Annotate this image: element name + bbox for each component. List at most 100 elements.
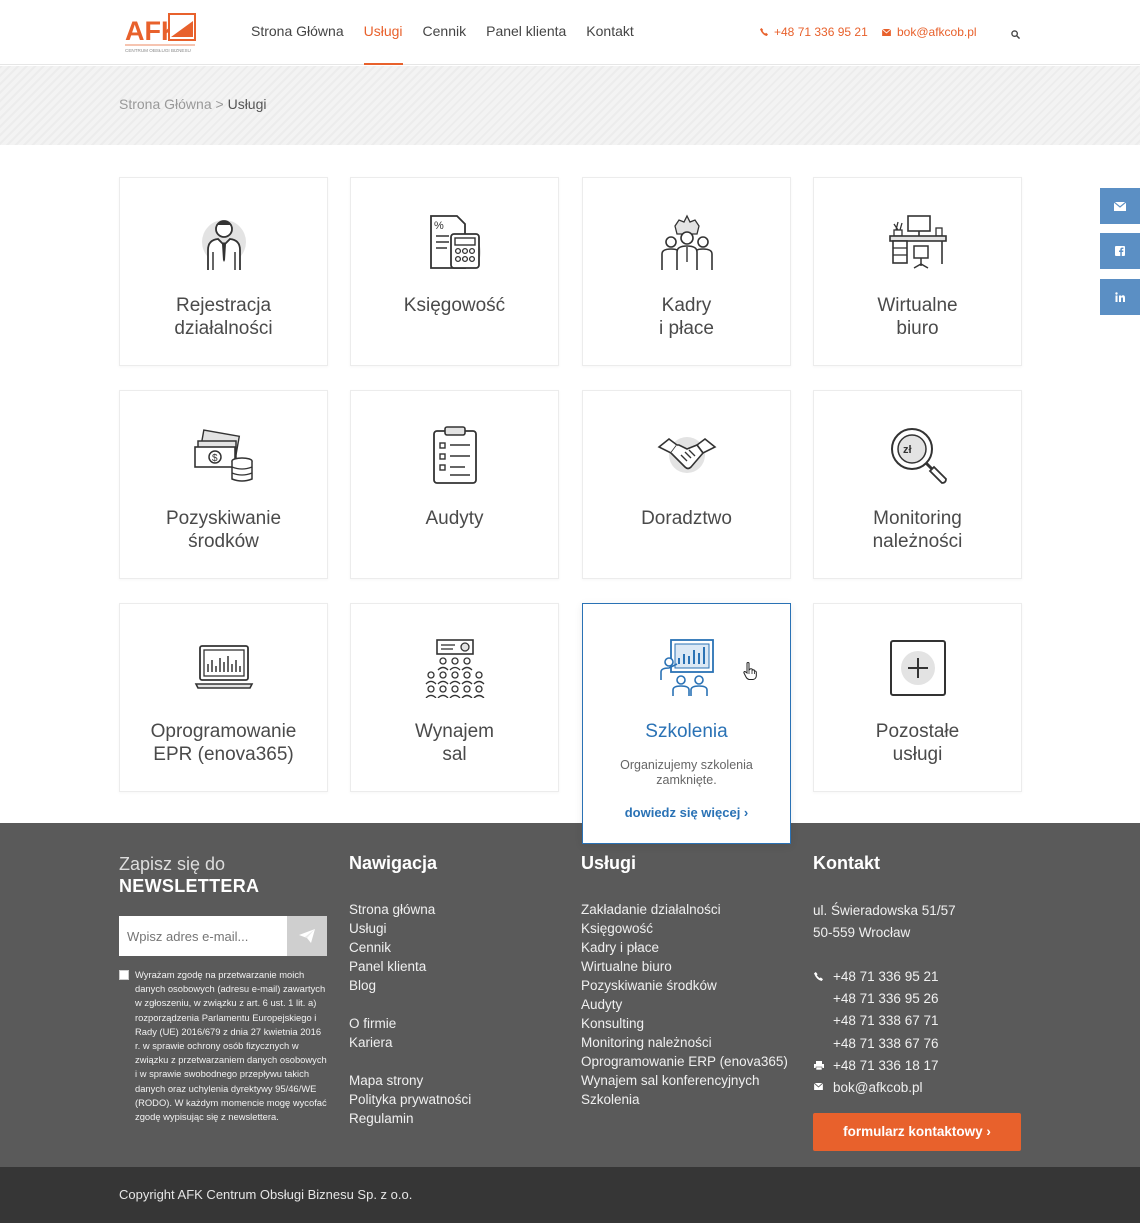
- newsletter-submit-button[interactable]: [287, 916, 327, 956]
- tile-consulting[interactable]: Doradztwo: [582, 390, 791, 579]
- footer-email[interactable]: bok@afkcob.pl: [813, 1077, 1021, 1099]
- tile-registration[interactable]: Rejestracja działalności: [119, 177, 328, 366]
- phone-icon: [760, 28, 768, 36]
- tile-trainings[interactable]: Szkolenia Organizujemy szkolenia zamknię…: [582, 603, 791, 844]
- footer-nav-heading: Nawigacja: [349, 853, 438, 873]
- consent-text: Wyrażam zgodę na przetwarzanie moich dan…: [135, 969, 327, 1123]
- laptop-icon: [194, 645, 254, 689]
- footer-link-services[interactable]: Usługi: [349, 919, 549, 938]
- footer-services-list: Zakładanie działalności Księgowość Kadry…: [581, 900, 801, 1109]
- footer-service-link[interactable]: Oprogramowanie ERP (enova365): [581, 1052, 801, 1071]
- footer-link-pricing[interactable]: Cennik: [349, 938, 549, 957]
- tile-title: Kadry i płace: [659, 295, 714, 339]
- tile-title: Pozyskiwanie środków: [165, 508, 282, 552]
- footer-phone[interactable]: +48 71 338 67 71: [813, 1010, 1021, 1032]
- newsletter-form: [119, 916, 327, 956]
- footer-service-link[interactable]: Szkolenia: [581, 1090, 801, 1109]
- afk-logo[interactable]: AFK CENTRUM OBSŁUGI BIZNESU: [125, 12, 197, 54]
- footer-service-link[interactable]: Konsulting: [581, 1014, 801, 1033]
- tile-accounting[interactable]: % Księgowość: [350, 177, 559, 366]
- footer-service-link[interactable]: Monitoring należności: [581, 1033, 801, 1052]
- tile-room-rental[interactable]: Wynajem sal: [350, 603, 559, 792]
- svg-text:%: %: [434, 220, 444, 232]
- tile-title: Audyty: [425, 508, 484, 529]
- footer-address: ul. Świeradowska 51/57 50-559 Wrocław: [813, 903, 956, 940]
- footer-service-link[interactable]: Kadry i płace: [581, 938, 801, 957]
- copyright-text: Copyright AFK Centrum Obsługi Biznesu Sp…: [119, 1187, 413, 1202]
- footer-link-home[interactable]: Strona główna: [349, 900, 549, 919]
- envelope-icon: [1114, 201, 1126, 211]
- side-email-button[interactable]: [1100, 188, 1140, 224]
- footer-fax[interactable]: +48 71 336 18 17: [813, 1055, 1021, 1077]
- footer-service-link[interactable]: Audyty: [581, 995, 801, 1014]
- magnifier-icon: zł: [891, 428, 947, 484]
- paper-plane-icon: [299, 929, 315, 943]
- tile-title: Oprogramowanie EPR (enova365): [150, 721, 297, 765]
- fax-icon: [814, 1060, 824, 1070]
- search-icon: [1011, 30, 1021, 40]
- calculator-icon: %: [430, 215, 481, 269]
- footer-phone[interactable]: +48 71 338 67 76: [813, 1033, 1021, 1055]
- footer-link-terms[interactable]: Regulamin: [349, 1109, 549, 1128]
- footer-link-privacy[interactable]: Polityka prywatności: [349, 1090, 549, 1109]
- tile-other-services[interactable]: Pozostałe usługi: [813, 603, 1022, 792]
- nav-contact[interactable]: Kontakt: [576, 0, 643, 65]
- newsletter-email-input[interactable]: [119, 916, 287, 956]
- svg-text:$: $: [212, 453, 218, 464]
- footer-link-about[interactable]: O firmie: [349, 1014, 549, 1033]
- nav-client-panel[interactable]: Panel klienta: [476, 0, 576, 65]
- plus-icon: [890, 640, 946, 696]
- nav-services[interactable]: Usługi: [354, 0, 413, 65]
- tile-software[interactable]: Oprogramowanie EPR (enova365): [119, 603, 328, 792]
- header-phone[interactable]: +48 71 336 95 21: [760, 25, 868, 39]
- envelope-icon: [882, 28, 891, 36]
- gdpr-consent: Wyrażam zgodę na przetwarzanie moich dan…: [119, 968, 327, 1124]
- footer-nav-list: Strona główna Usługi Cennik Panel klient…: [349, 900, 549, 1128]
- tile-funding[interactable]: $ Pozyskiwanie środków: [119, 390, 328, 579]
- footer-phones: +48 71 336 95 21 +48 71 336 95 26 +48 71…: [813, 966, 1021, 1099]
- learn-more-link[interactable]: dowiedz się więcej ›: [583, 805, 790, 820]
- tile-title: Księgowość: [403, 295, 506, 316]
- contact-form-button[interactable]: formularz kontaktowy ›: [813, 1113, 1021, 1151]
- footer-link-careers[interactable]: Kariera: [349, 1033, 549, 1052]
- header-email[interactable]: bok@afkcob.pl: [882, 25, 977, 39]
- audience-icon: [425, 639, 485, 698]
- tile-receivables[interactable]: zł Monitoring należności: [813, 390, 1022, 579]
- site-header: AFK CENTRUM OBSŁUGI BIZNESU Strona Główn…: [0, 0, 1140, 65]
- footer-service-link[interactable]: Wirtualne biuro: [581, 957, 801, 976]
- newsletter-section: Zapisz się do NEWSLETTERA Wyrażam zgodę …: [119, 823, 327, 1122]
- breadcrumb-home[interactable]: Strona Główna: [119, 96, 212, 112]
- phone-icon: [814, 972, 823, 981]
- breadcrumb: Strona Główna > Usługi: [119, 96, 266, 112]
- footer-link-client-panel[interactable]: Panel klienta: [349, 957, 549, 976]
- team-icon: [661, 214, 713, 270]
- footer-phone[interactable]: +48 71 336 95 21: [813, 966, 1021, 988]
- side-facebook-button[interactable]: [1100, 233, 1140, 269]
- envelope-icon: [814, 1083, 823, 1091]
- desk-icon: [889, 215, 947, 269]
- clipboard-icon: [433, 426, 477, 484]
- newsletter-title: Zapisz się do NEWSLETTERA: [119, 854, 260, 896]
- side-linkedin-button[interactable]: [1100, 279, 1140, 315]
- footer-link-sitemap[interactable]: Mapa strony: [349, 1071, 549, 1090]
- tile-virtual-office[interactable]: Wirtualne biuro: [813, 177, 1022, 366]
- breadcrumb-current: Usługi: [227, 96, 267, 112]
- consent-checkbox[interactable]: [119, 970, 129, 980]
- nav-home[interactable]: Strona Główna: [251, 0, 354, 65]
- footer-services: Usługi Zakładanie działalności Księgowoś…: [581, 823, 801, 1109]
- footer-link-blog[interactable]: Blog: [349, 976, 549, 995]
- footer-service-link[interactable]: Wynajem sal konferencyjnych: [581, 1071, 801, 1090]
- footer-services-heading: Usługi: [581, 853, 637, 873]
- footer-phone[interactable]: +48 71 336 95 26: [813, 988, 1021, 1010]
- footer-service-link[interactable]: Zakładanie działalności: [581, 900, 801, 919]
- tile-hr-payroll[interactable]: Kadry i płace: [582, 177, 791, 366]
- footer-service-link[interactable]: Pozyskiwanie środków: [581, 976, 801, 995]
- tile-audits[interactable]: Audyty: [350, 390, 559, 579]
- tile-title: Doradztwo: [641, 508, 732, 529]
- businessman-icon: [202, 220, 246, 270]
- svg-text:CENTRUM OBSŁUGI BIZNESU: CENTRUM OBSŁUGI BIZNESU: [125, 48, 191, 53]
- nav-pricing[interactable]: Cennik: [413, 0, 477, 65]
- footer-service-link[interactable]: Księgowość: [581, 919, 801, 938]
- footer-navigation: Nawigacja Strona główna Usługi Cennik Pa…: [349, 823, 549, 1128]
- search-button[interactable]: [1011, 26, 1023, 40]
